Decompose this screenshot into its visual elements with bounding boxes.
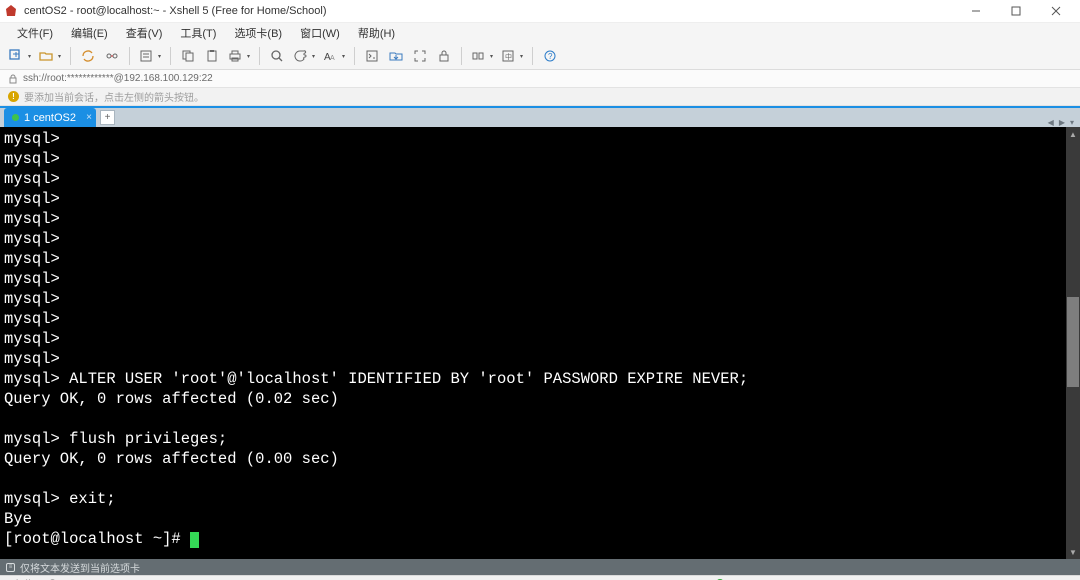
address-bar: ssh://root:************@192.168.100.129:… [0,70,1080,88]
tab-strip: 1 centOS2 × + ◀ ▶ ▾ [0,106,1080,127]
svg-text:?: ? [548,52,553,61]
toolbar-separator [259,47,260,65]
xftp-button[interactable] [385,45,407,67]
lock-icon [8,74,18,84]
tab-close-button[interactable]: × [86,112,92,123]
fullscreen-button[interactable] [409,45,431,67]
close-button[interactable] [1036,0,1076,22]
tab-right-controls: ◀ ▶ ▾ [1046,118,1076,127]
window-titlebar: centOS2 - root@localhost:~ - Xshell 5 (F… [0,0,1080,22]
tab-scroll-right[interactable]: ▶ [1057,118,1067,127]
tab-index: 1 [24,112,30,124]
toolbar-separator [532,47,533,65]
scroll-down-button[interactable]: ▼ [1066,545,1080,559]
menu-window[interactable]: 窗口(W) [291,25,349,41]
reconnect-button[interactable] [77,45,99,67]
toolbar-separator [461,47,462,65]
new-tab-button[interactable]: + [100,110,115,125]
toolbar-separator [170,47,171,65]
menu-file[interactable]: 文件(F) [8,25,62,41]
properties-button[interactable] [136,45,164,67]
send-text-icon: ≡ [6,563,15,572]
menu-help[interactable]: 帮助(H) [349,25,404,41]
toolbar-separator [354,47,355,65]
scrollbar[interactable]: ▲ ▼ [1066,127,1080,559]
font-button[interactable]: AA [320,45,348,67]
help-button[interactable]: ? [539,45,561,67]
menu-view[interactable]: 查看(V) [117,25,172,41]
tab-label: centOS2 [33,112,76,124]
app-icon [4,4,18,18]
send-text-bar: ≡ 仅将文本发送到当前选项卡 [0,559,1080,575]
paste-button[interactable] [201,45,223,67]
menu-tab[interactable]: 选项卡(B) [225,25,291,41]
scroll-thumb[interactable] [1067,297,1079,387]
send-text-label: 仅将文本发送到当前选项卡 [20,560,140,575]
color-scheme-button[interactable] [290,45,318,67]
new-session-button[interactable] [6,45,34,67]
window-title: centOS2 - root@localhost:~ - Xshell 5 (F… [24,5,956,17]
svg-text:A: A [330,55,335,62]
print-button[interactable] [225,45,253,67]
status-sessions: 1 会话 [926,577,960,580]
svg-text:中: 中 [505,52,512,61]
encoding-button[interactable]: 中 [498,45,526,67]
toolbar: AA 中 ? [0,42,1080,70]
toolbar-separator [70,47,71,65]
menu-tools[interactable]: 工具(T) [171,25,225,41]
disconnect-button[interactable] [101,45,123,67]
hint-bar: ! 要添加当前会话，点击左侧的箭头按钮。 [0,88,1080,106]
status-bar: ssh://root@192.168.100.129:22 SSH2 xterm… [0,575,1080,580]
script-button[interactable] [361,45,383,67]
copy-button[interactable] [177,45,199,67]
terminal-area: mysql> mysql> mysql> mysql> mysql> mysql… [0,127,1080,559]
menu-edit[interactable]: 编辑(E) [62,25,117,41]
tab-list-button[interactable]: ▾ [1068,118,1076,127]
hint-text: 要添加当前会话，点击左侧的箭头按钮。 [24,89,204,104]
open-session-button[interactable] [36,45,64,67]
terminal[interactable]: mysql> mysql> mysql> mysql> mysql> mysql… [0,127,1066,559]
status-size: 「 104x21 [811,577,863,580]
find-button[interactable] [266,45,288,67]
connection-status-icon [12,114,19,121]
address-text[interactable]: ssh://root:************@192.168.100.129:… [23,73,213,84]
info-icon: ! [8,91,19,102]
maximize-button[interactable] [996,0,1036,22]
layout-button[interactable] [468,45,496,67]
minimize-button[interactable] [956,0,996,22]
tab-centos2[interactable]: 1 centOS2 × [4,108,96,127]
toolbar-separator [129,47,130,65]
lock-button[interactable] [433,45,455,67]
scroll-up-button[interactable]: ▲ [1066,127,1080,141]
tab-scroll-left[interactable]: ◀ [1046,118,1056,127]
menu-bar: 文件(F) 编辑(E) 查看(V) 工具(T) 选项卡(B) 窗口(W) 帮助(… [0,22,1080,42]
